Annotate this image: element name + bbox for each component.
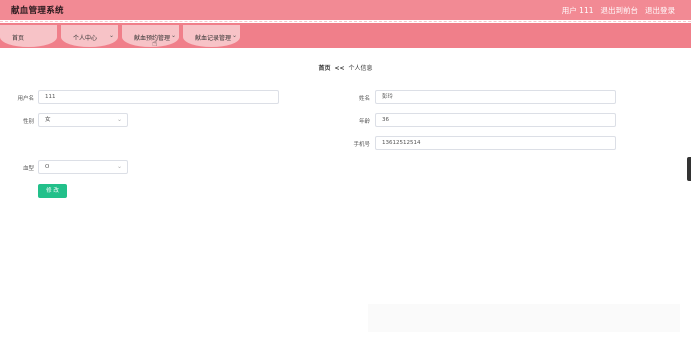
name-label: 姓名: [358, 96, 370, 102]
tab-appointment-management[interactable]: 献血预约管理 ⌄: [122, 25, 179, 47]
username-field[interactable]: 111: [38, 90, 279, 104]
tab-record-management-label: 献血记录管理: [195, 35, 232, 42]
gender-label: 性别: [22, 119, 34, 125]
tab-record-management[interactable]: 献血记录管理 ⌄: [183, 25, 240, 47]
chevron-down-icon: ⌄: [171, 32, 177, 39]
logout-link[interactable]: 退出登录: [645, 5, 675, 16]
gender-select-value: 女: [45, 117, 51, 123]
chevron-down-icon: ⌄: [116, 116, 122, 123]
blood-type-label: 血型: [22, 166, 34, 172]
tab-personal-center[interactable]: 个人中心 ⌄: [61, 25, 118, 47]
tab-home[interactable]: 首页: [0, 25, 57, 47]
breadcrumb-current: 个人信息: [348, 65, 373, 72]
name-field[interactable]: 彭玲: [375, 90, 616, 104]
phone-field[interactable]: 13612512514: [375, 136, 616, 150]
submit-button[interactable]: 修 改: [38, 184, 67, 198]
breadcrumb-home[interactable]: 首页: [318, 65, 330, 72]
tab-home-label: 首页: [12, 35, 25, 42]
hand-cursor-icon: ☝: [152, 39, 158, 49]
username-label: 用户名: [17, 96, 34, 102]
tab-personal-center-label: 个人中心: [73, 35, 98, 42]
blood-type-select[interactable]: O ⌄: [38, 160, 128, 174]
app-title: 献血管理系统: [11, 6, 64, 16]
side-scroll-handle[interactable]: [687, 157, 691, 181]
blood-type-select-value: O: [45, 164, 50, 170]
phone-label: 手机号: [353, 142, 370, 148]
chevron-down-icon: ⌄: [116, 163, 122, 170]
breadcrumb: 首页 << 个人信息: [0, 63, 691, 72]
chevron-down-icon: ⌄: [109, 32, 115, 39]
footer-area: [368, 304, 680, 332]
breadcrumb-separator: <<: [334, 65, 345, 72]
age-field[interactable]: 36: [375, 113, 616, 127]
top-bar: 献血管理系统 用户 111 退出到前台 退出登录: [0, 0, 691, 20]
top-links: 用户 111 退出到前台 退出登录: [562, 5, 675, 16]
age-label: 年龄: [358, 119, 370, 125]
dashed-divider: [0, 21, 691, 22]
chevron-down-icon: ⌄: [232, 32, 238, 39]
gender-select[interactable]: 女 ⌄: [38, 113, 128, 127]
nav-bar: 首页 个人中心 ⌄ 献血预约管理 ⌄ 献血记录管理 ⌄: [0, 23, 691, 48]
user-label: 用户 111: [561, 6, 594, 15]
backend-link[interactable]: 退出到前台: [601, 5, 639, 16]
